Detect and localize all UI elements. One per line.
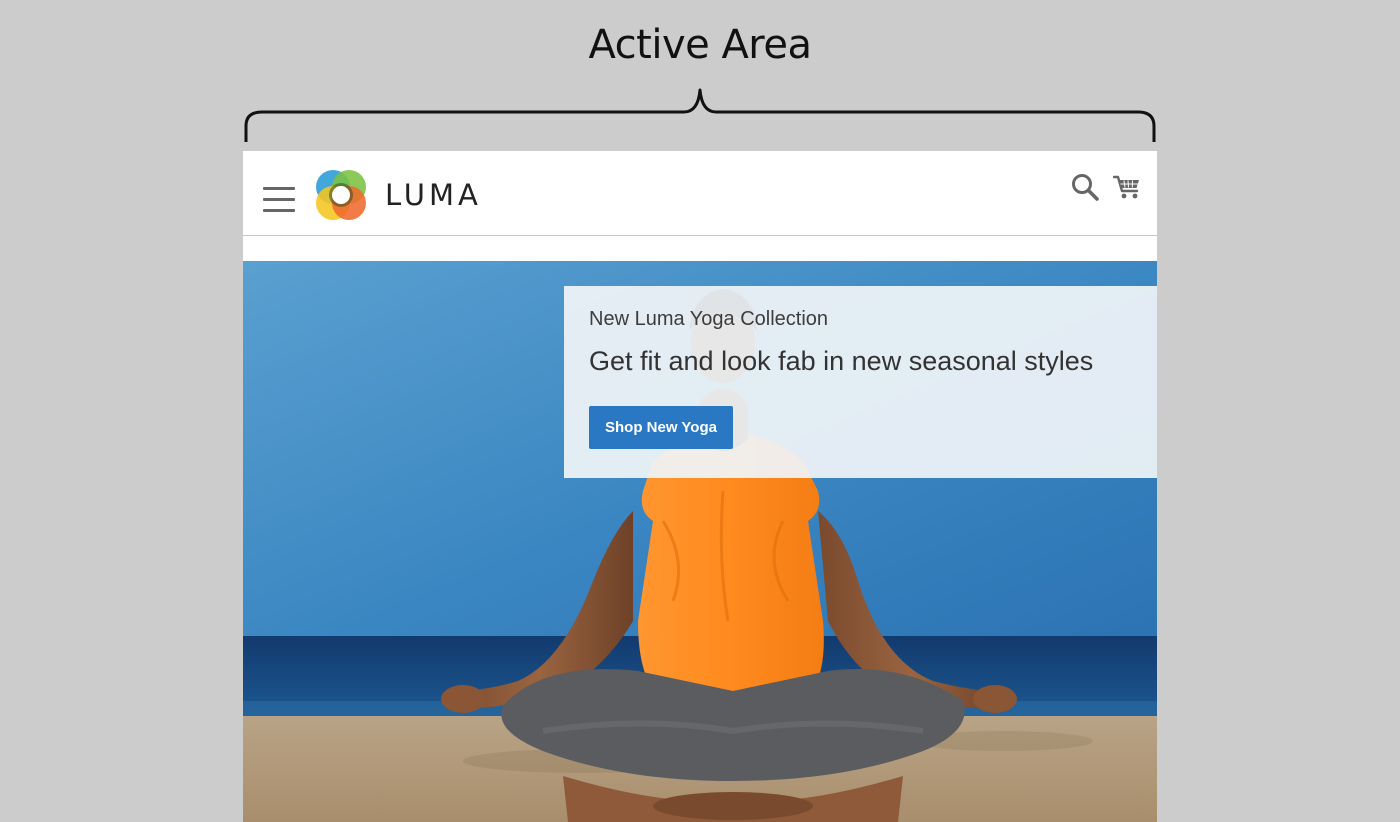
promo-headline: Get fit and look fab in new seasonal sty… bbox=[589, 346, 1094, 376]
promo-overlay: New Luma Yoga Collection Get fit and loo… bbox=[564, 286, 1157, 478]
logo-link[interactable]: LUMA bbox=[314, 167, 504, 223]
hamburger-menu-icon[interactable] bbox=[263, 187, 295, 213]
header-actions bbox=[1071, 172, 1141, 202]
luma-logo-icon bbox=[316, 170, 366, 220]
search-icon[interactable] bbox=[1071, 173, 1099, 201]
active-area-brace bbox=[244, 88, 1156, 142]
active-area-title: Active Area bbox=[588, 22, 813, 68]
promo-kicker: New Luma Yoga Collection bbox=[589, 308, 829, 330]
shopping-cart-icon[interactable] bbox=[1113, 173, 1141, 201]
hero-banner[interactable]: New Luma Yoga Collection Get fit and loo… bbox=[243, 261, 1157, 822]
shop-new-yoga-button[interactable]: Shop New Yoga bbox=[589, 406, 733, 449]
site-header: LUMA bbox=[243, 151, 1157, 236]
mobile-viewport: LUMA New Luma Yoga Collection Get fit an… bbox=[243, 151, 1157, 822]
logo-wordmark: LUMA bbox=[385, 178, 482, 212]
